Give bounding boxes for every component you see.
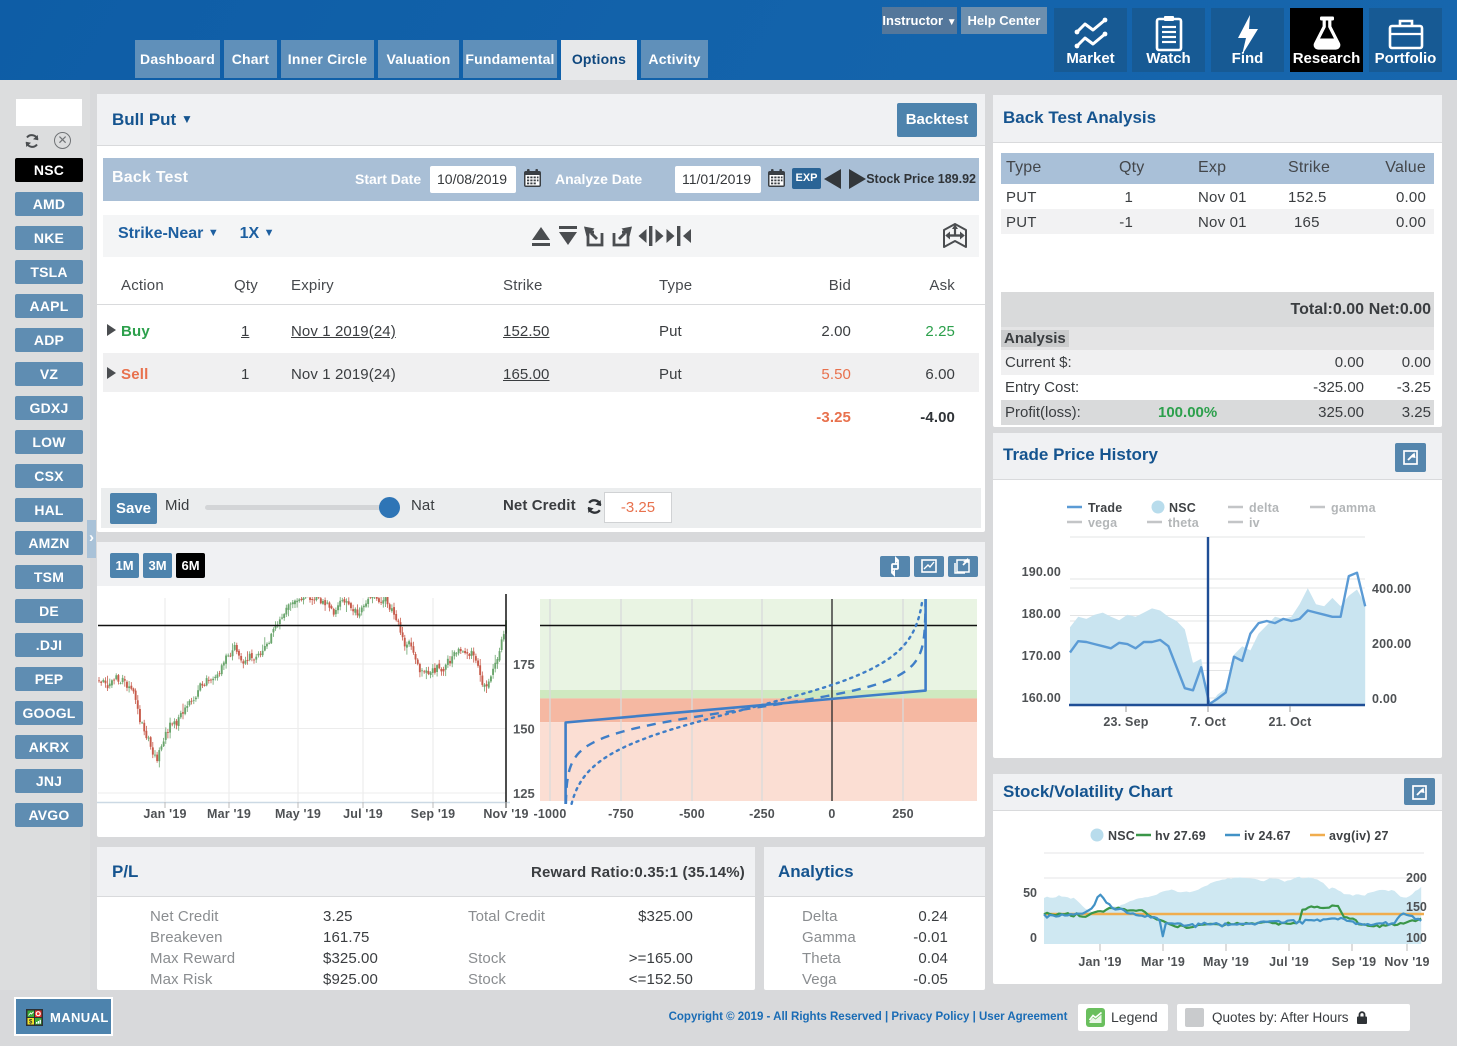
svg-text:0.00: 0.00 <box>1372 692 1397 706</box>
svg-text:400.00: 400.00 <box>1372 582 1411 596</box>
svg-text:Sep '19: Sep '19 <box>411 807 456 821</box>
svg-text:250: 250 <box>892 807 913 821</box>
svg-text:150: 150 <box>1406 900 1427 914</box>
svg-text:-1000: -1000 <box>534 807 567 821</box>
svg-text:avg(iv) 27: avg(iv) 27 <box>1329 829 1389 843</box>
svg-text:iv: iv <box>1249 516 1260 530</box>
svg-text:theta: theta <box>1168 516 1200 530</box>
svg-text:Jan '19: Jan '19 <box>143 807 186 821</box>
svg-text:gamma: gamma <box>1331 501 1377 515</box>
svg-text:iv 24.67: iv 24.67 <box>1244 829 1291 843</box>
svg-text:100: 100 <box>1406 931 1427 945</box>
svg-text:Sep '19: Sep '19 <box>1332 955 1377 969</box>
svg-text:-500: -500 <box>679 807 705 821</box>
svg-text:NSC: NSC <box>1169 501 1196 515</box>
svg-text:23. Sep: 23. Sep <box>1103 715 1148 729</box>
svg-text:180.00: 180.00 <box>1022 607 1061 621</box>
svg-text:delta: delta <box>1249 501 1280 515</box>
svg-text:170.00: 170.00 <box>1022 649 1061 663</box>
svg-text:Jul '19: Jul '19 <box>343 807 383 821</box>
svg-text:200: 200 <box>1406 871 1427 885</box>
svg-text:Jul '19: Jul '19 <box>1269 955 1309 969</box>
svg-text:200.00: 200.00 <box>1372 637 1411 651</box>
svg-text:-750: -750 <box>608 807 634 821</box>
svg-text:-250: -250 <box>749 807 775 821</box>
svg-text:125: 125 <box>513 786 535 801</box>
svg-text:Nov '19: Nov '19 <box>483 807 528 821</box>
svg-text:Mar '19: Mar '19 <box>1141 955 1185 969</box>
svg-text:21. Oct: 21. Oct <box>1268 715 1312 729</box>
svg-text:May '19: May '19 <box>1203 955 1249 969</box>
svg-text:hv 27.69: hv 27.69 <box>1155 829 1206 843</box>
svg-text:175: 175 <box>513 657 535 672</box>
svg-text:Jan '19: Jan '19 <box>1078 955 1121 969</box>
svg-text:vega: vega <box>1088 516 1118 530</box>
svg-text:Trade: Trade <box>1088 501 1122 515</box>
svg-text:Mar '19: Mar '19 <box>207 807 251 821</box>
svg-text:160.00: 160.00 <box>1022 691 1061 705</box>
svg-text:150: 150 <box>513 722 535 737</box>
svg-text:7. Oct: 7. Oct <box>1190 715 1227 729</box>
svg-text:Nov '19: Nov '19 <box>1384 955 1429 969</box>
svg-text:May '19: May '19 <box>275 807 321 821</box>
svg-text:190.00: 190.00 <box>1022 565 1061 579</box>
svg-text:0: 0 <box>828 807 835 821</box>
svg-text:NSC: NSC <box>1108 829 1135 843</box>
svg-text:0: 0 <box>1030 931 1037 945</box>
svg-text:50: 50 <box>1023 886 1037 900</box>
